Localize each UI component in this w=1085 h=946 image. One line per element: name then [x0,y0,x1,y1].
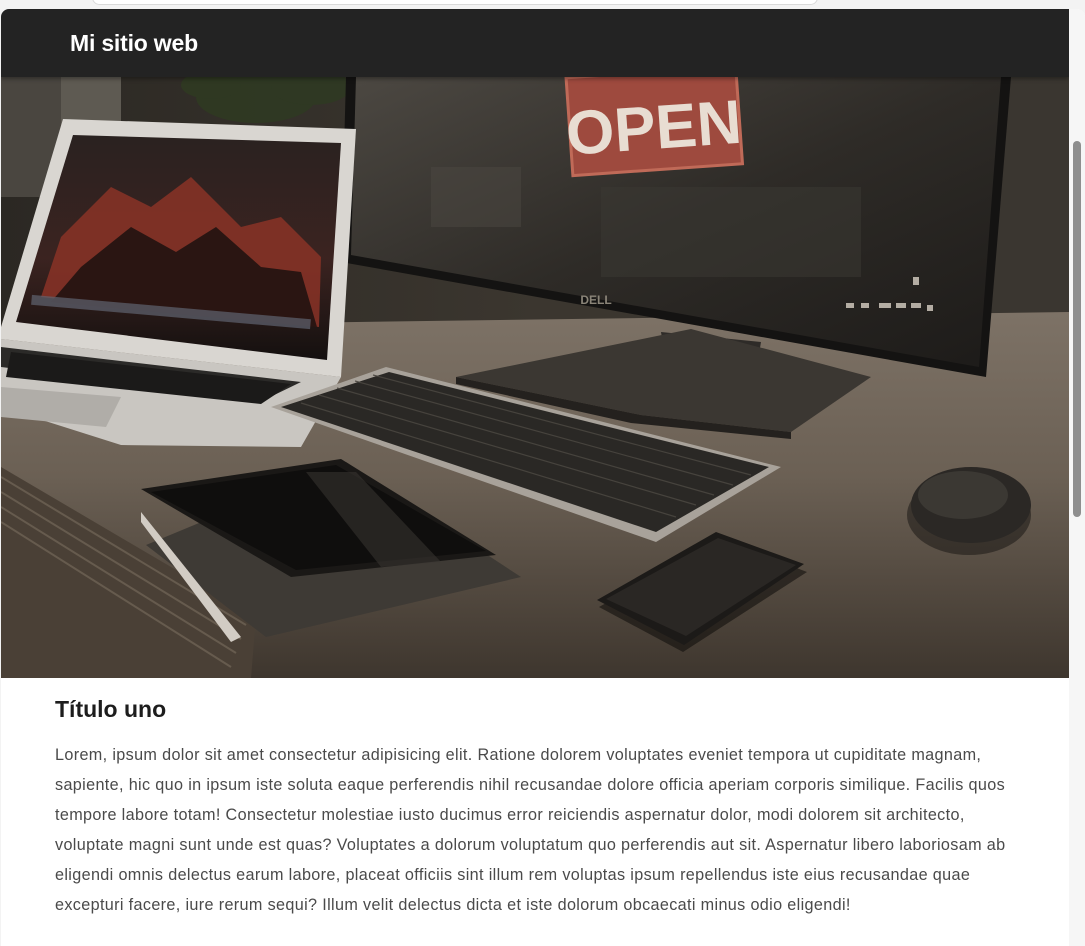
monitor-brand-text: DELL [580,293,611,307]
hero-image: OPEN DELL [1,77,1069,678]
article-title: Título uno [55,696,167,722]
browser-top-strip [0,0,1085,8]
scrollbar-thumb[interactable] [1073,141,1081,517]
page-viewport: Mi sitio web OPEN DELL Título uno Lorem,… [1,9,1069,946]
site-brand-link[interactable]: Mi sitio web [70,30,198,57]
vertical-scrollbar[interactable] [1069,9,1085,946]
article: Título uno Lorem, ipsum dolor sit amet c… [55,696,1017,920]
mouse-shape [907,467,1031,555]
open-sign-text: OPEN [564,88,744,169]
address-bar[interactable] [92,0,818,5]
article-paragraph: Lorem, ipsum dolor sit amet consectetur … [55,746,1006,914]
browser-window: Mi sitio web OPEN DELL Título uno Lorem,… [1,9,1085,946]
site-navbar: Mi sitio web [1,9,1069,77]
desk-workspace-photo-icon: OPEN DELL [1,77,1069,678]
